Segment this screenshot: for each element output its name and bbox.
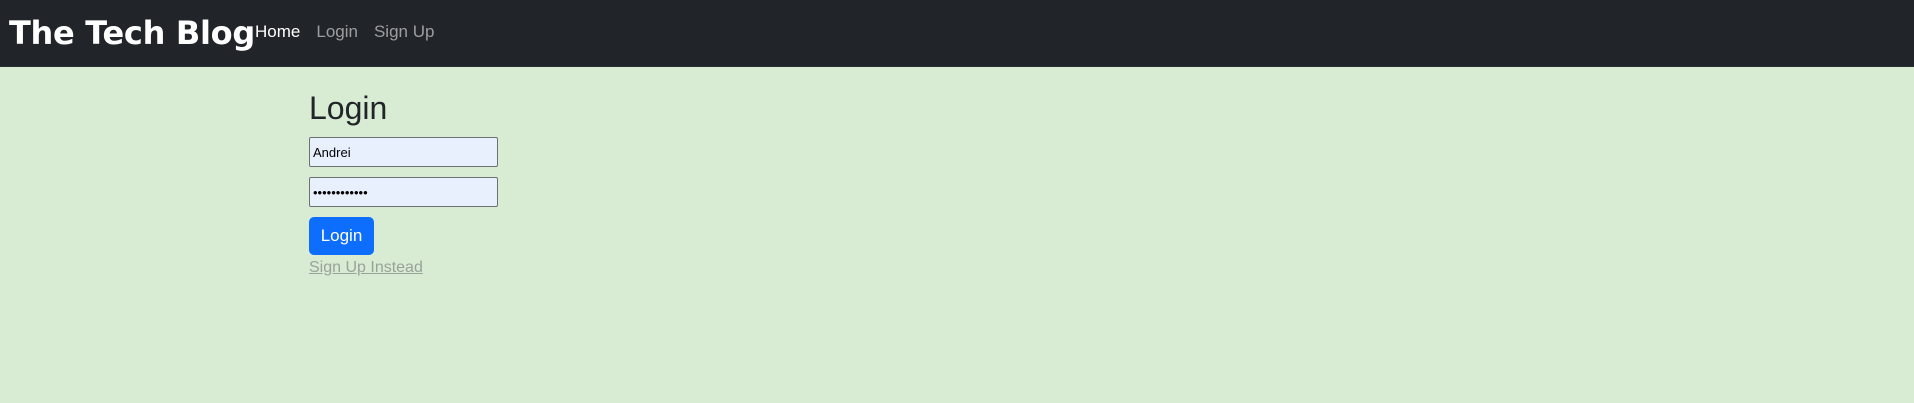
nav-link-login[interactable]: Login [316, 20, 358, 44]
nav-link-signup[interactable]: Sign Up [374, 20, 434, 44]
brand-logo[interactable]: The Tech Blog [9, 12, 255, 54]
signup-instead-link[interactable]: Sign Up Instead [309, 258, 423, 278]
top-navbar: The Tech Blog Home Login Sign Up [0, 0, 1914, 67]
login-button[interactable]: Login [309, 217, 374, 255]
page-title: Login [309, 90, 388, 126]
login-section: Login Login Sign Up Instead [309, 86, 909, 278]
username-input[interactable] [309, 137, 498, 167]
nav-link-home[interactable]: Home [255, 20, 300, 44]
password-input[interactable] [309, 177, 498, 207]
nav-links: Home Login Sign Up [255, 20, 450, 44]
login-form: Login [309, 137, 909, 255]
